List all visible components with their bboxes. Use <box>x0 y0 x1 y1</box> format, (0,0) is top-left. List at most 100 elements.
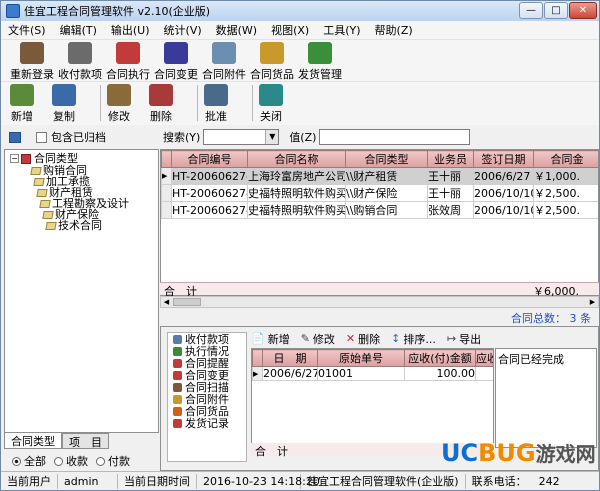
detail-nav-label: 合同货品 <box>185 405 229 418</box>
column-header[interactable]: 应收 <box>475 349 493 367</box>
login-button[interactable]: 重新登录 <box>10 40 54 82</box>
search-row: 包含已归档 搜索(Y) ▼ 值(Z) <box>1 126 599 148</box>
menu-item-2[interactable]: 编辑(T) <box>53 22 104 38</box>
search-value-input[interactable] <box>319 129 471 145</box>
radio-1[interactable] <box>12 456 21 466</box>
toolbar-label: 收付款项 <box>58 68 102 81</box>
clock-button[interactable]: 合同附件 <box>202 40 246 82</box>
detail-toolbar-label: 修改 <box>312 332 335 346</box>
detail-nav-item[interactable]: 收付款项 <box>173 334 246 345</box>
goods-button[interactable]: 合同货品 <box>250 40 294 82</box>
scroll-right-icon[interactable]: ▶ <box>587 297 598 307</box>
menu-item-7[interactable]: 工具(Y) <box>316 22 367 38</box>
category-tree: − 合同类型 购销合同 加工承揽 财产租赁 工程勘察及设计 财产保险 技术合同 <box>4 149 159 433</box>
menu-item-4[interactable]: 统计(V) <box>157 22 209 38</box>
detail-toolbar: 📄 新增 ✎ 修改 ✕ 删除 ↕ 排序... ↦ 导出 <box>251 330 597 347</box>
close-button[interactable]: ✕ <box>569 2 597 19</box>
column-header[interactable]: 业务员 <box>427 150 474 168</box>
status-date-label: 当前日期时间 <box>118 473 197 489</box>
detail-nav-item[interactable]: 合同附件 <box>173 394 246 405</box>
menu-item-1[interactable]: 文件(S) <box>1 22 53 38</box>
shipping-button[interactable]: 发货管理 <box>298 40 342 82</box>
maximize-button[interactable]: □ <box>544 2 568 19</box>
table-cell: 王十丽 <box>427 184 474 202</box>
detail-toolbar-button[interactable]: ✕ 删除 <box>346 331 380 347</box>
column-header[interactable]: 原始单号 <box>317 349 405 367</box>
menu-item-8[interactable]: 帮助(Z) <box>368 22 420 38</box>
detail-nav-label: 合同变更 <box>185 369 229 382</box>
toolbar-label: 合同变更 <box>154 68 198 81</box>
detail-nav-item[interactable]: 合同扫描 <box>173 382 246 393</box>
menu-bar: 文件(S) 编辑(T) 输出(U) 统计(V) 数据(W) 视图(X) 工具(Y) 帮助(Z) <box>1 21 599 39</box>
approve-button[interactable]: 批准 <box>204 82 228 124</box>
payments-grid: 日 期原始单号应收(付)金额应收 ▶2006/6/2701001100.00 <box>251 348 494 448</box>
horizontal-scrollbar[interactable]: ◀ ▶ <box>160 296 599 308</box>
radio-3[interactable] <box>96 456 105 466</box>
detail-nav-item[interactable]: 发货记录 <box>173 418 246 429</box>
detail-nav-item[interactable]: 合同提醒 <box>173 358 246 369</box>
detail-toolbar-button[interactable]: ↦ 导出 <box>447 331 481 347</box>
detail-nav-item[interactable]: 执行情况 <box>173 346 246 357</box>
tree-item[interactable]: 技术合同 <box>45 220 102 231</box>
title-bar[interactable]: 佳宜工程合同管理软件 v2.10(企业版) — □ ✕ <box>1 1 599 21</box>
table-cell: 2006/10/10 <box>473 201 534 219</box>
status-user: admin <box>58 473 118 489</box>
detail-nav-item[interactable]: 合同变更 <box>173 370 246 381</box>
table-cell: 上海玲富房地产公司 <box>247 167 346 185</box>
detail-toolbar-button[interactable]: ✎ 修改 <box>301 331 335 347</box>
table-cell: \\财产租赁 <box>345 167 428 185</box>
collapse-icon[interactable]: − <box>10 154 19 163</box>
running-person-button[interactable]: 合同执行 <box>106 40 150 82</box>
column-header[interactable]: 应收(付)金额 <box>404 349 476 367</box>
detail-nav-item[interactable]: 合同货品 <box>173 406 246 417</box>
panel-toggle-icon[interactable] <box>9 131 21 143</box>
table-row[interactable]: ▶ 2006/6/27 01001 100.00 <box>252 366 493 381</box>
column-header[interactable]: 合同名称 <box>247 150 346 168</box>
money-bag-icon <box>68 42 92 64</box>
menu-item-5[interactable]: 数据(W) <box>209 22 264 38</box>
column-header[interactable]: 合同编号 <box>171 150 248 168</box>
table-row[interactable]: HT-20060627-00史福特照明软件购买\\购销合同张效周2006/10/… <box>161 201 598 219</box>
detail-toolbar-button[interactable]: ↕ 排序... <box>391 331 436 347</box>
left-tab-2[interactable]: 项 目 <box>62 433 109 449</box>
column-header[interactable]: 签订日期 <box>473 150 534 168</box>
edit-button[interactable]: 修改 <box>107 82 131 124</box>
money-bag-button[interactable]: 收付款项 <box>58 40 102 82</box>
menu-item-6[interactable]: 视图(X) <box>264 22 316 38</box>
tree-root[interactable]: − 合同类型 <box>10 153 78 164</box>
detail-toolbar-button[interactable]: 📄 新增 <box>251 331 290 347</box>
search-label: 搜索(Y) <box>163 131 201 144</box>
delete-button[interactable]: 删除 <box>149 82 173 124</box>
copy-button[interactable]: 复制 <box>52 82 76 124</box>
contract-grid: 合同编号合同名称合同类型业务员签订日期合同金 ▶HT-20060627-00上海… <box>160 149 599 296</box>
row-indicator <box>161 201 172 219</box>
scroll-thumb[interactable] <box>173 298 201 306</box>
contract-memo[interactable]: 合同已经完成 <box>495 348 597 448</box>
radio-label: 付款 <box>108 455 130 468</box>
status-code: 242 <box>538 474 560 488</box>
menu-item-3[interactable]: 输出(U) <box>104 22 157 38</box>
status-datetime: 2016-10-23 14:18:20 <box>197 473 320 489</box>
archived-checkbox[interactable] <box>36 131 47 143</box>
table-cell: 2006/6/27 <box>262 366 318 381</box>
watermark-logo: UCBUG游戏网 <box>441 439 596 467</box>
left-tab-1[interactable]: 合同类型 <box>4 433 62 449</box>
table-cell: HT-20060627-00 <box>171 201 248 219</box>
table-cell: \\购销合同 <box>345 201 428 219</box>
column-header[interactable]: 合同金 <box>533 150 598 168</box>
radio-2[interactable] <box>54 456 63 466</box>
table-row[interactable]: HT-20060627-00史福特照明软件购买\\财产保险王十丽2006/10/… <box>161 184 598 202</box>
exit-button[interactable]: 关闭 <box>259 82 283 124</box>
column-header[interactable]: 日 期 <box>262 349 318 367</box>
radio-label: 全部 <box>24 455 46 468</box>
minimize-button[interactable]: — <box>519 2 543 19</box>
tools-button[interactable]: 合同变更 <box>154 40 198 82</box>
table-row[interactable]: ▶HT-20060627-00上海玲富房地产公司\\财产租赁王十丽2006/6/… <box>161 167 598 185</box>
detail-toolbar-label: 新增 <box>267 332 290 346</box>
chevron-down-icon[interactable]: ▼ <box>265 130 279 144</box>
search-field-select[interactable]: ▼ <box>203 129 280 145</box>
column-header[interactable]: 合同类型 <box>345 150 428 168</box>
scroll-left-icon[interactable]: ◀ <box>161 297 172 307</box>
login-icon <box>20 42 44 64</box>
new-button[interactable]: 新增 <box>10 82 34 124</box>
